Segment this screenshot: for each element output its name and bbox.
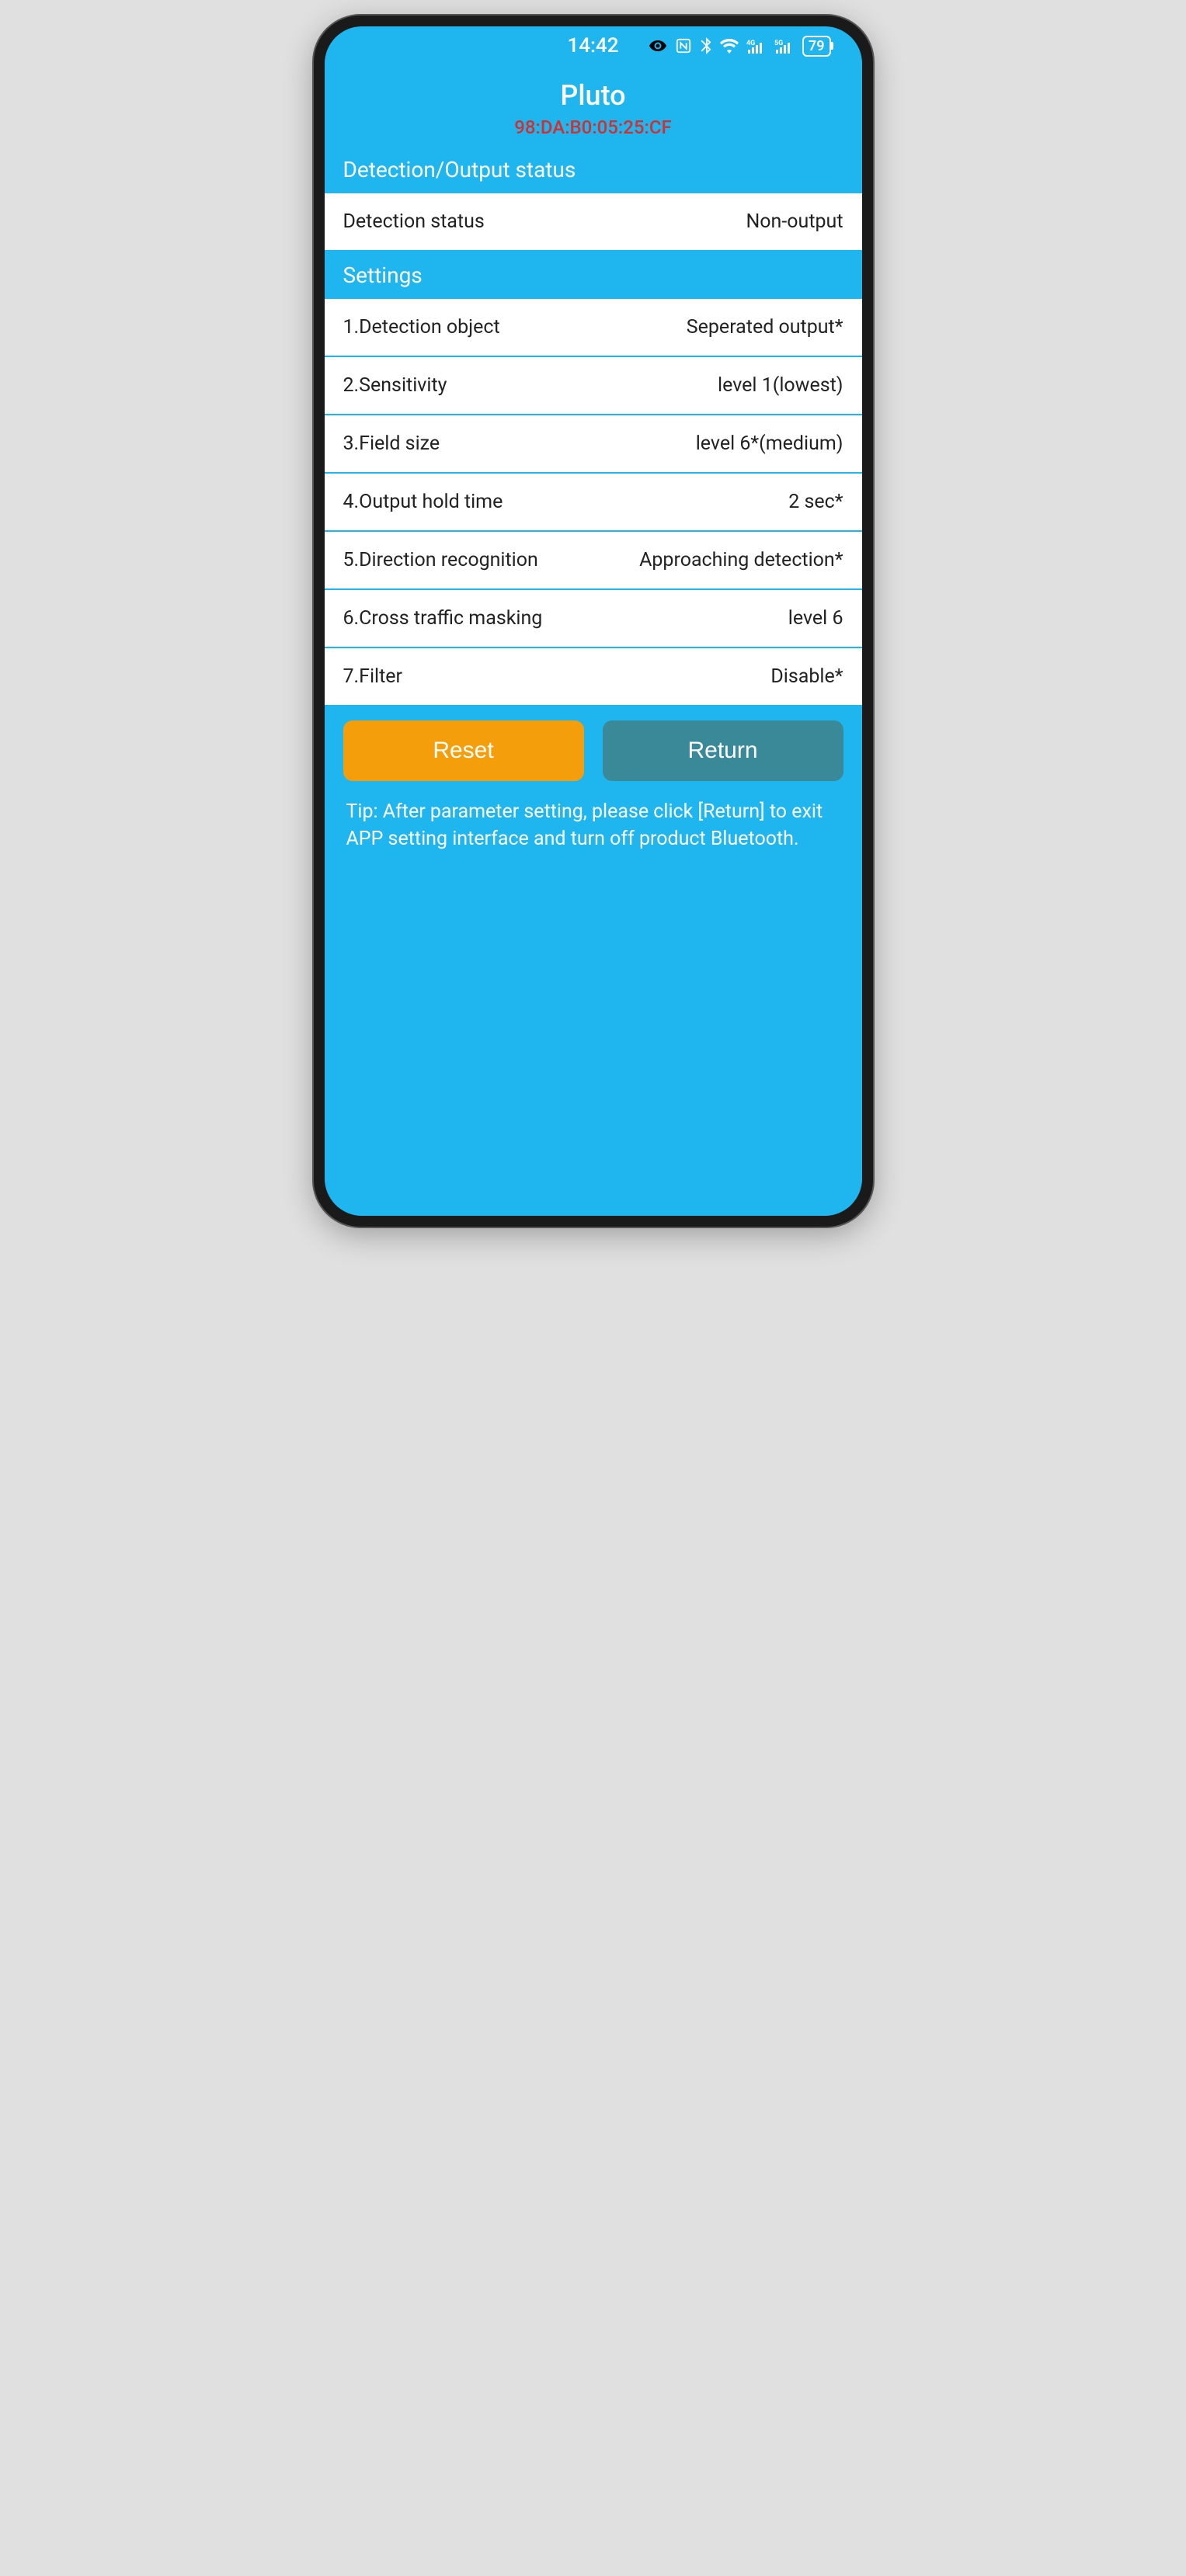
setting-row-filter[interactable]: 7.Filter Disable* <box>325 648 862 705</box>
app-header: Pluto 98:DA:B0:05:25:CF <box>325 65 862 144</box>
mac-address: 98:DA:B0:05:25:CF <box>325 116 862 138</box>
setting-label: 7.Filter <box>343 665 403 688</box>
setting-row-detection-object[interactable]: 1.Detection object Seperated output* <box>325 299 862 357</box>
setting-label: 4.Output hold time <box>343 491 503 513</box>
svg-text:5G: 5G <box>774 40 783 47</box>
setting-value: level 1(lowest) <box>718 374 843 397</box>
setting-value: level 6 <box>788 607 843 630</box>
status-time: 14:42 <box>568 34 619 57</box>
wifi-icon <box>720 38 739 54</box>
setting-value: Approaching detection* <box>639 549 843 571</box>
phone-screen: 14:42 4G 5G 7 <box>325 26 862 1216</box>
setting-label: 1.Detection object <box>343 316 500 338</box>
setting-value: level 6*(medium) <box>696 432 843 455</box>
setting-row-cross-traffic-masking[interactable]: 6.Cross traffic masking level 6 <box>325 590 862 648</box>
phone-frame: 14:42 4G 5G 7 <box>314 16 873 1227</box>
setting-row-sensitivity[interactable]: 2.Sensitivity level 1(lowest) <box>325 357 862 415</box>
status-bar: 14:42 4G 5G 7 <box>325 26 862 65</box>
setting-row-output-hold-time[interactable]: 4.Output hold time 2 sec* <box>325 474 862 532</box>
setting-label: 6.Cross traffic masking <box>343 607 543 630</box>
setting-value: 2 sec* <box>788 491 843 513</box>
setting-row-direction-recognition[interactable]: 5.Direction recognition Approaching dete… <box>325 532 862 590</box>
setting-label: 5.Direction recognition <box>343 549 538 571</box>
setting-label: 2.Sensitivity <box>343 374 447 397</box>
setting-label: 3.Field size <box>343 432 440 455</box>
signal-5g-icon: 5G <box>774 38 795 54</box>
settings-list: 1.Detection object Seperated output* 2.S… <box>325 299 862 705</box>
eye-icon <box>649 36 667 55</box>
detection-status-value: Non-output <box>746 210 843 233</box>
detection-status-row: Detection status Non-output <box>325 193 862 250</box>
setting-value: Seperated output* <box>687 316 843 338</box>
setting-value: Disable* <box>770 665 843 688</box>
detection-status-label: Detection status <box>343 210 485 233</box>
bluetooth-icon <box>700 37 712 54</box>
detection-section-label: Detection/Output status <box>325 144 862 193</box>
battery-icon: 79 <box>802 36 831 57</box>
svg-text:4G: 4G <box>746 40 755 47</box>
button-row: Reset Return <box>325 705 862 781</box>
nfc-icon <box>675 37 692 54</box>
status-icons: 4G 5G 79 <box>649 36 831 57</box>
setting-row-field-size[interactable]: 3.Field size level 6*(medium) <box>325 415 862 474</box>
settings-section-label: Settings <box>325 250 862 299</box>
return-button[interactable]: Return <box>603 720 843 781</box>
reset-button[interactable]: Reset <box>343 720 584 781</box>
tip-text: Tip: After parameter setting, please cli… <box>325 781 862 870</box>
signal-4g-icon: 4G <box>746 38 767 54</box>
page-title: Pluto <box>325 79 862 112</box>
